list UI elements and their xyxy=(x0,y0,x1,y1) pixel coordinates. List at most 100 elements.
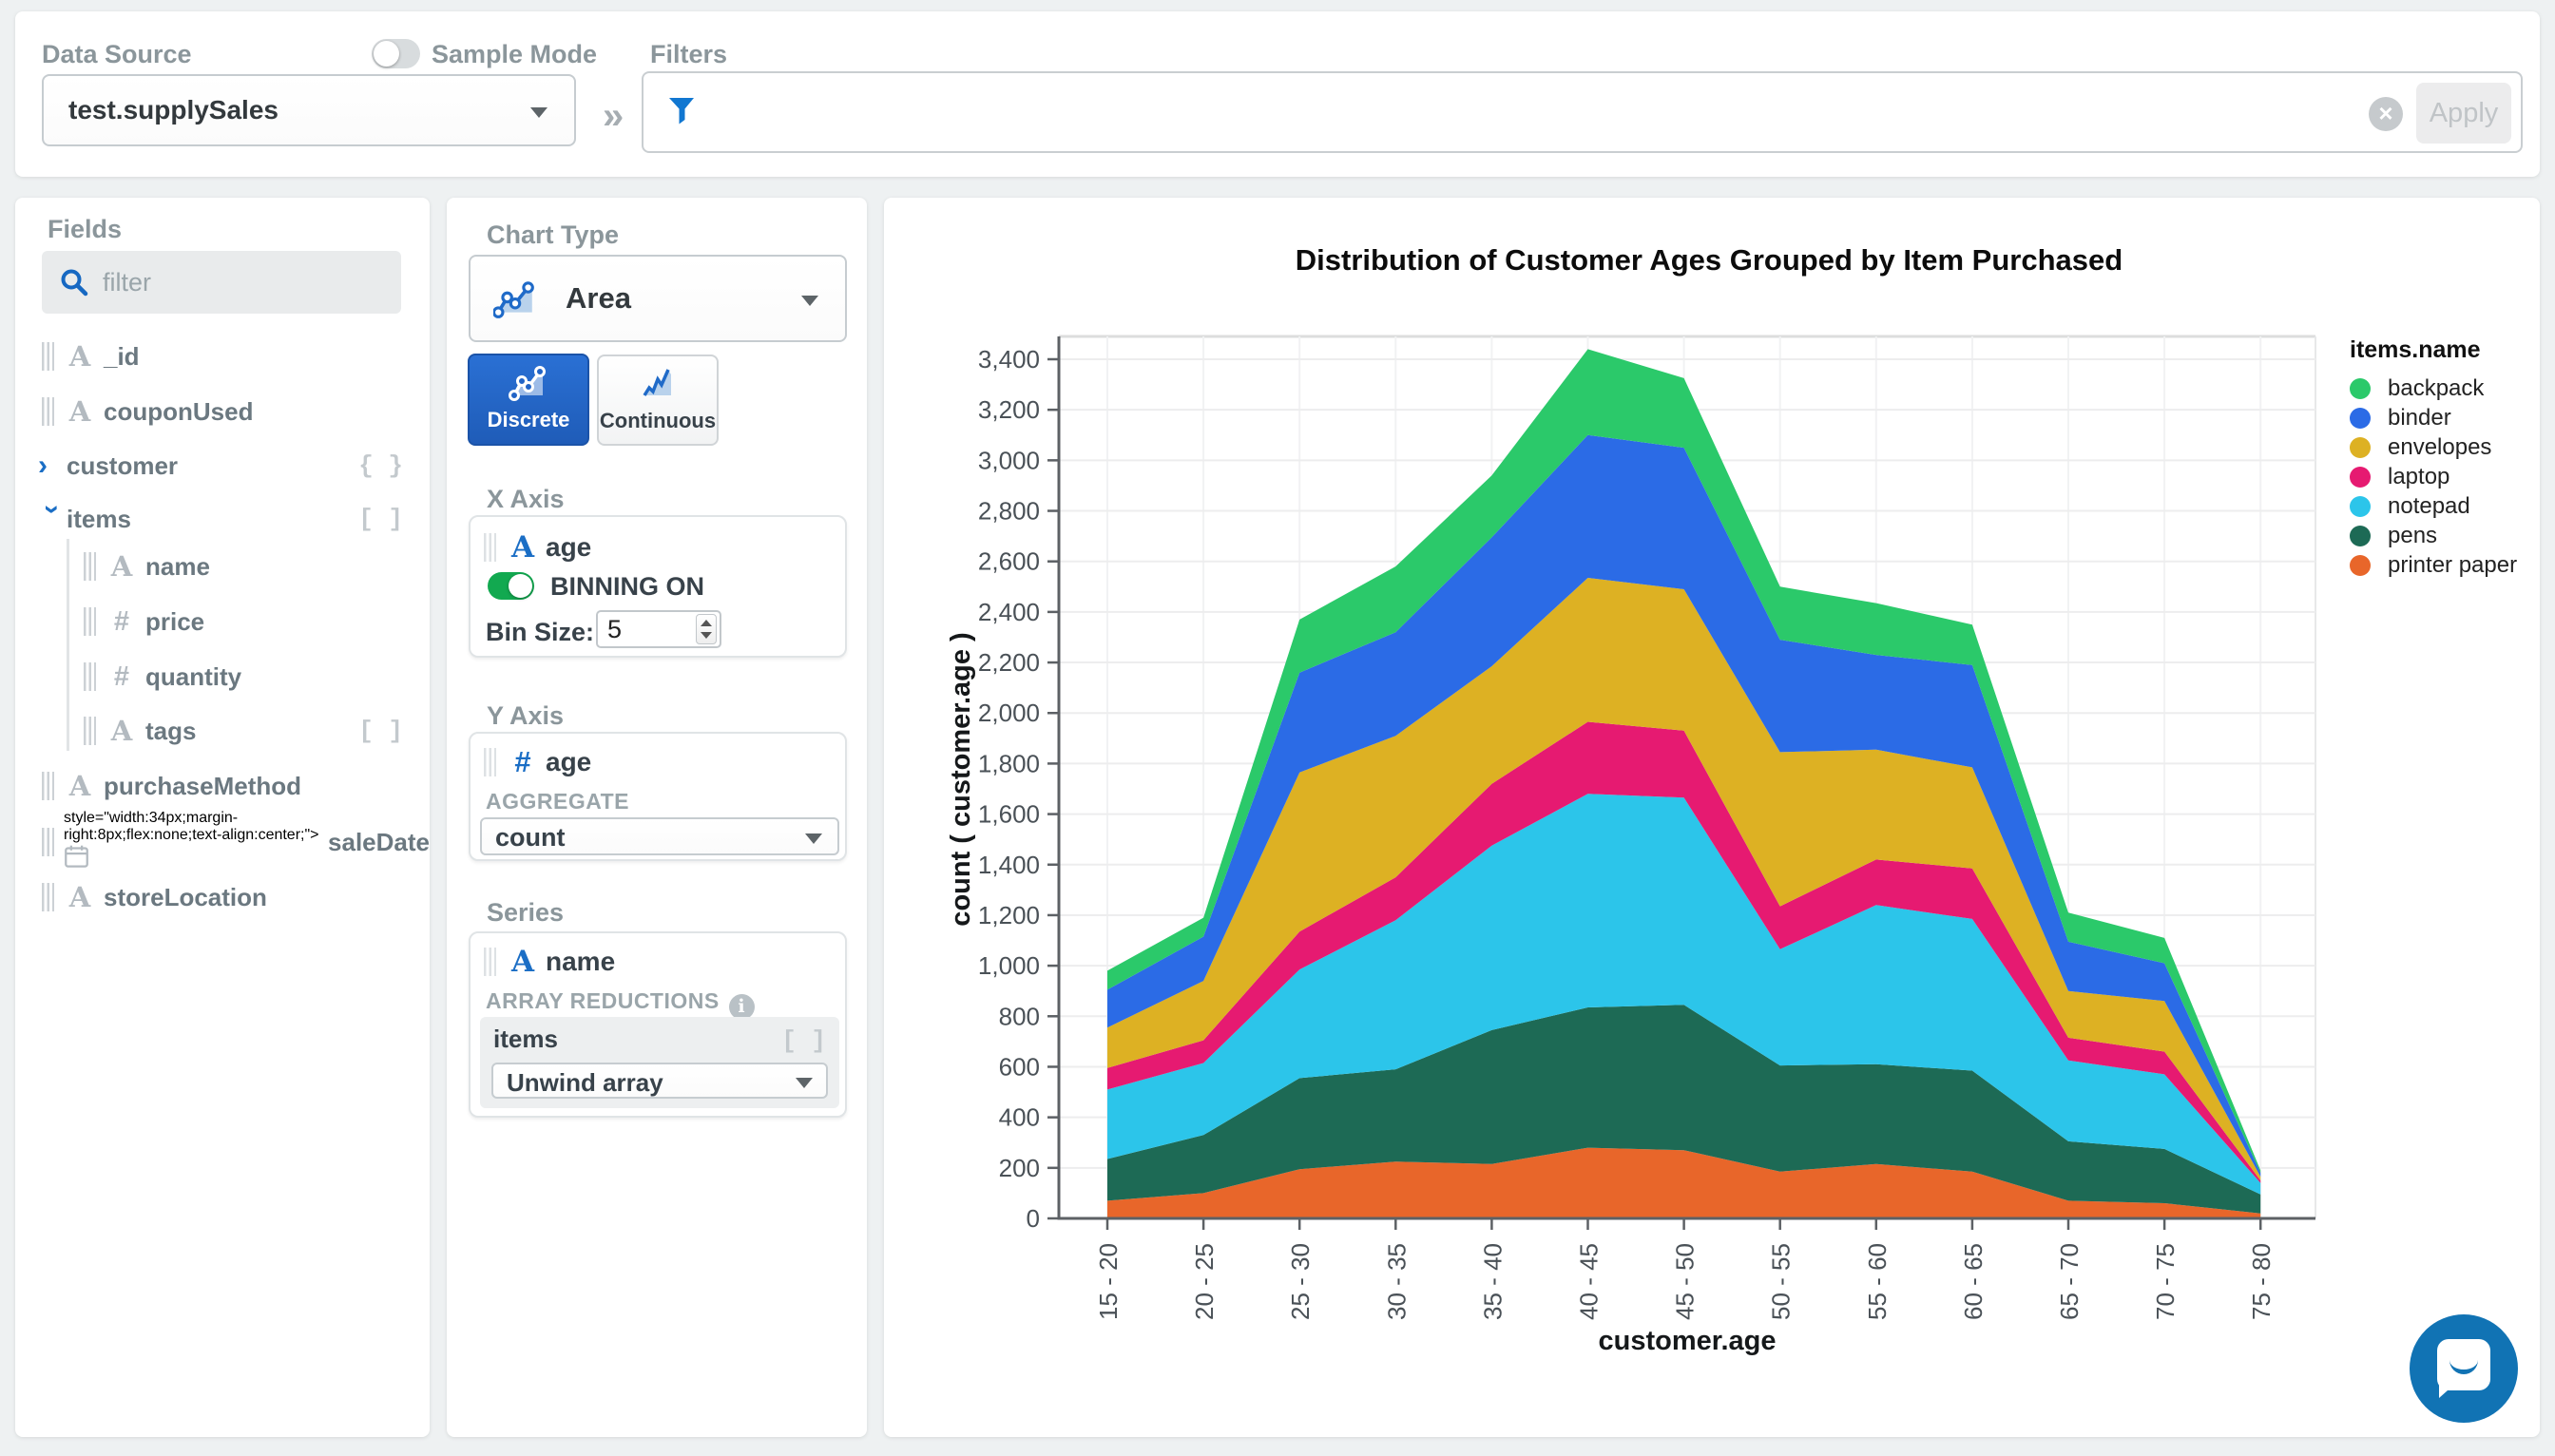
svg-text:40 - 45: 40 - 45 xyxy=(1575,1243,1604,1320)
aggregate-label: AGGREGATE xyxy=(486,789,630,814)
x-axis-field: age xyxy=(546,532,592,562)
chevron-right-icon[interactable]: › xyxy=(38,450,67,482)
info-icon[interactable]: i xyxy=(728,994,755,1020)
number-stepper[interactable] xyxy=(696,614,717,644)
field-filter-input[interactable] xyxy=(103,259,388,306)
number-type-icon: # xyxy=(113,605,130,637)
drag-handle-icon[interactable] xyxy=(42,883,54,911)
filter-query-input[interactable] xyxy=(710,79,2326,145)
svg-text:2,400: 2,400 xyxy=(978,598,1040,626)
field-row-name[interactable]: Aname xyxy=(15,545,430,588)
series-card: A name ARRAY REDUCTIONS i items [ ] Unwin… xyxy=(469,931,847,1118)
discrete-label: Discrete xyxy=(487,408,570,431)
svg-text:15 - 20: 15 - 20 xyxy=(1094,1243,1123,1320)
fields-panel: Fields A_id AcouponUsed ›customer{ } ›items… xyxy=(15,198,430,1437)
bin-size-label: Bin Size: xyxy=(486,618,595,646)
field-row-purchaseMethod[interactable]: ApurchaseMethod xyxy=(15,764,430,808)
y-axis-card: # age AGGREGATE count xyxy=(469,732,847,861)
area-chart: 0 200 400 600 800 1,000 1,200 1,400 1,600 1,800 2,… xyxy=(946,243,2316,1356)
data-source-dropdown[interactable]: test.supplySales xyxy=(42,74,576,146)
fields-title: Fields xyxy=(48,215,123,243)
filters-label: Filters xyxy=(650,40,728,68)
type-marker: { } xyxy=(358,451,403,480)
legend-item-envelopes: envelopes xyxy=(2350,432,2517,462)
string-type-icon: A xyxy=(510,530,535,565)
field-row-_id[interactable]: A _id xyxy=(15,335,430,378)
reduction-field: items xyxy=(493,1025,558,1053)
legend-swatch xyxy=(2350,525,2371,546)
svg-text:35 - 40: 35 - 40 xyxy=(1478,1243,1507,1320)
reduction-dropdown[interactable]: Unwind array xyxy=(491,1063,828,1099)
legend-swatch xyxy=(2350,377,2371,399)
svg-text:70 - 75: 70 - 75 xyxy=(2151,1243,2180,1320)
drag-handle-icon[interactable] xyxy=(84,607,96,636)
drag-handle-icon[interactable] xyxy=(42,342,54,371)
chevron-down-icon xyxy=(530,107,548,118)
svg-text:600: 600 xyxy=(999,1052,1040,1081)
type-marker: [ ] xyxy=(358,717,403,745)
discrete-button[interactable]: Discrete xyxy=(468,354,589,446)
drag-handle-icon[interactable] xyxy=(84,662,96,691)
chart-type-dropdown[interactable]: Area xyxy=(469,255,847,342)
aggregate-dropdown[interactable]: count xyxy=(480,817,839,855)
chevron-down-icon xyxy=(801,296,818,306)
number-type-icon: # xyxy=(113,661,130,692)
chart-legend: items.name backpack binder envelopes laptop… xyxy=(2350,336,2517,580)
svg-text:800: 800 xyxy=(999,1002,1040,1030)
field-row-tags[interactable]: Atags[ ] xyxy=(15,709,430,753)
svg-text:200: 200 xyxy=(999,1154,1040,1182)
legend-entries: backpack binder envelopes laptop notepad pens… xyxy=(2350,374,2517,580)
svg-text:2,600: 2,600 xyxy=(978,547,1040,576)
chart-title: Distribution of Customer Ages Grouped by… xyxy=(1296,243,2123,277)
string-type-icon: A xyxy=(68,340,91,373)
legend-swatch xyxy=(2350,466,2371,488)
toggle-knob xyxy=(374,41,399,67)
field-row-price[interactable]: # price xyxy=(15,600,430,643)
drag-handle-icon[interactable] xyxy=(42,397,54,426)
string-type-icon: A xyxy=(110,715,133,747)
drag-handle-icon[interactable] xyxy=(84,717,96,745)
svg-text:400: 400 xyxy=(999,1103,1040,1132)
bin-size-value: 5 xyxy=(607,615,623,643)
field-row-quantity[interactable]: # quantity xyxy=(15,655,430,699)
svg-text:1,600: 1,600 xyxy=(978,800,1040,829)
data-source-label: Data Source xyxy=(42,40,192,68)
drag-handle-icon[interactable] xyxy=(484,533,496,562)
drag-handle-icon[interactable] xyxy=(484,748,496,776)
legend-item-backpack: backpack xyxy=(2350,374,2517,403)
reduction-box: items [ ] Unwind array xyxy=(480,1017,839,1108)
field-row-customer[interactable]: › customer{ } xyxy=(15,444,430,488)
svg-text:1,000: 1,000 xyxy=(978,951,1040,980)
chat-bubble-button[interactable] xyxy=(2410,1314,2518,1423)
drag-handle-icon[interactable] xyxy=(84,552,96,581)
continuous-button[interactable]: Continuous xyxy=(597,354,719,446)
svg-text:3,000: 3,000 xyxy=(978,446,1040,474)
y-axis-field: age xyxy=(546,747,592,776)
drag-handle-icon[interactable] xyxy=(42,772,54,800)
y-axis-title: count ( customer.age ) xyxy=(946,632,976,926)
top-bar: Data Source test.supplySales Sample Mode… xyxy=(15,11,2540,177)
sample-mode-toggle[interactable] xyxy=(372,39,420,68)
legend-item-printer-paper: printer paper xyxy=(2350,550,2517,580)
bin-size-input[interactable]: 5 xyxy=(596,610,721,648)
apply-button[interactable]: Apply xyxy=(2416,83,2511,144)
clear-filter-icon[interactable]: × xyxy=(2369,97,2403,131)
binning-label: BINNING ON xyxy=(550,572,704,601)
array-marker: [ ] xyxy=(781,1026,826,1055)
array-reductions-label: ARRAY REDUCTIONS i xyxy=(486,988,755,1020)
field-row-items[interactable]: › items[ ] xyxy=(15,497,430,541)
field-search-box xyxy=(42,251,401,314)
chevron-down-icon[interactable]: › xyxy=(36,505,68,533)
field-row-storeLocation[interactable]: AstoreLocation xyxy=(15,875,430,919)
search-icon xyxy=(61,269,88,297)
drag-handle-icon[interactable] xyxy=(484,948,496,976)
binning-toggle[interactable] xyxy=(488,572,534,600)
legend-item-binder: binder xyxy=(2350,403,2517,432)
field-row-saleDate[interactable]: style="width:34px;margin-right:8px;flex:… xyxy=(15,810,430,868)
chart-type-label: Chart Type xyxy=(487,220,620,249)
field-row-couponUsed[interactable]: AcouponUsed xyxy=(15,390,430,433)
y-axis-label: Y Axis xyxy=(487,701,565,730)
continuous-label: Continuous xyxy=(599,409,717,432)
drag-handle-icon[interactable] xyxy=(42,828,54,856)
string-type-icon: A xyxy=(68,770,91,802)
